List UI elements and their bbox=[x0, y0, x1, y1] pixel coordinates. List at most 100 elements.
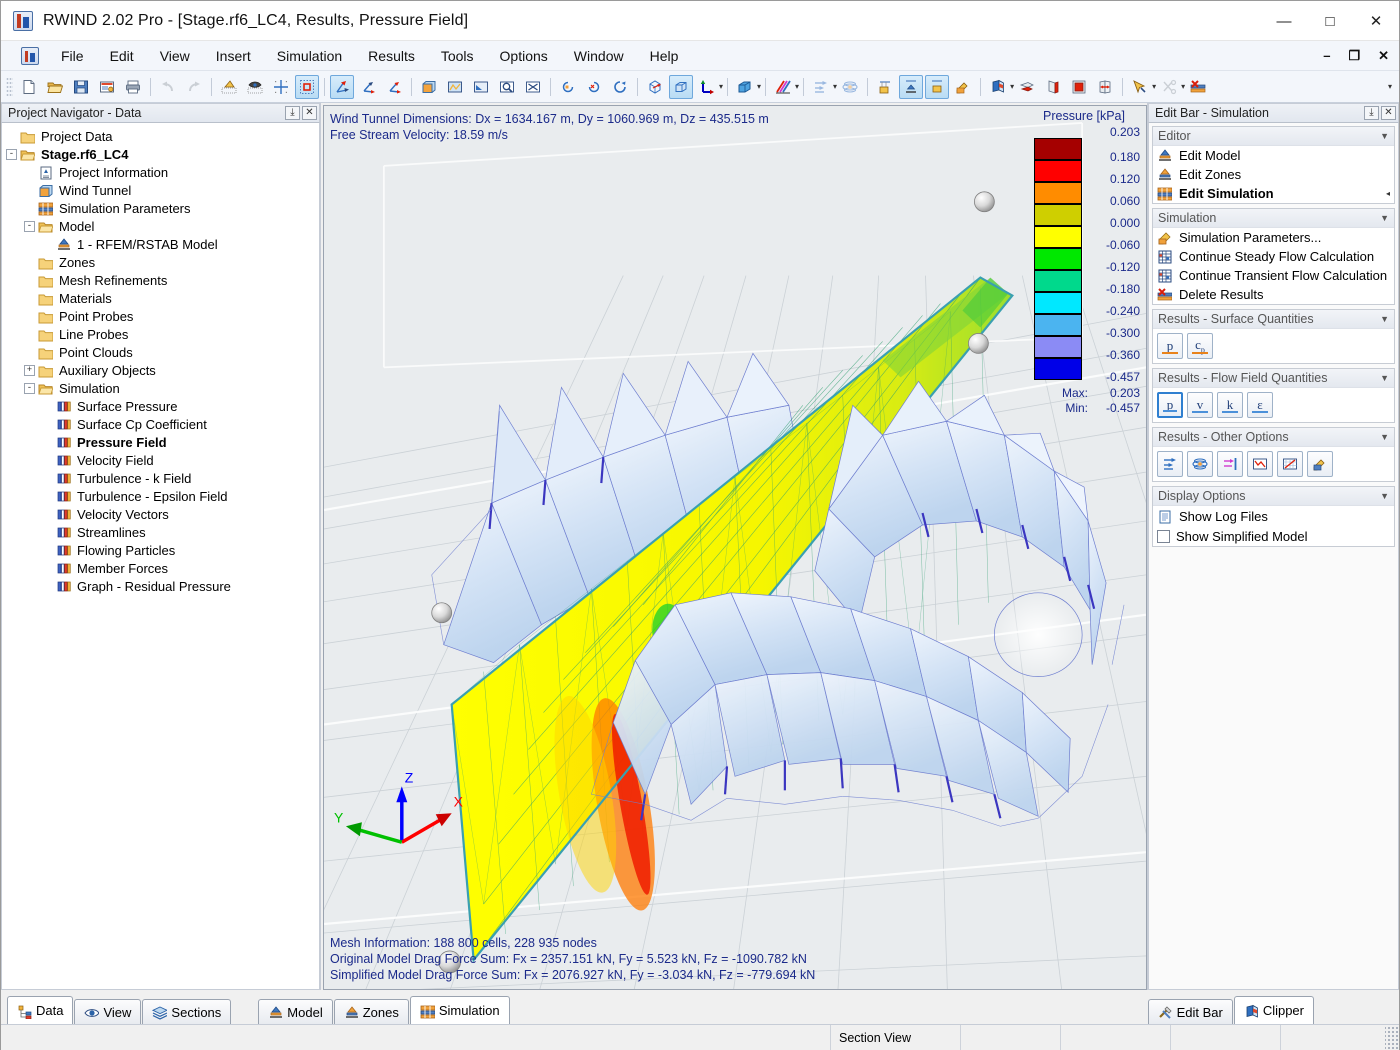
tree-item-simulation[interactable]: - Simulation bbox=[2, 379, 319, 397]
tree-item-member-forces[interactable]: Member Forces bbox=[2, 559, 319, 577]
menu-item-file[interactable]: File bbox=[48, 44, 97, 68]
tree-item-stage-rf6-lc4[interactable]: - Stage.rf6_LC4 bbox=[2, 145, 319, 163]
tree-item-point-clouds[interactable]: Point Clouds bbox=[2, 343, 319, 361]
editbar-item-continue-steady-flow-calculation[interactable]: Continue Steady Flow Calculation bbox=[1153, 247, 1394, 266]
zoom-window-button[interactable] bbox=[469, 75, 493, 99]
tree-expander-toggle[interactable]: - bbox=[24, 382, 35, 394]
tree-item-streamlines[interactable]: Streamlines bbox=[2, 523, 319, 541]
rotate-axes-button[interactable] bbox=[356, 75, 380, 99]
save-disk-button[interactable] bbox=[69, 75, 93, 99]
editbar-item-edit-model[interactable]: Edit Model bbox=[1153, 146, 1394, 165]
zoom-area-button[interactable] bbox=[495, 75, 519, 99]
resize-grip[interactable] bbox=[1385, 1025, 1399, 1050]
mdi-document-icon[interactable] bbox=[21, 46, 39, 65]
tree-item-flowing-particles[interactable]: Flowing Particles bbox=[2, 541, 319, 559]
quantity-button-cp[interactable]: cp bbox=[1187, 333, 1213, 359]
selection-frame-button[interactable] bbox=[295, 74, 319, 99]
tree-item-mesh-refinements[interactable]: Mesh Refinements bbox=[2, 271, 319, 289]
quantity-button-k[interactable]: k bbox=[1217, 392, 1243, 418]
navigator-pin-button[interactable]: ⤓ bbox=[285, 106, 300, 120]
tab-view[interactable]: View bbox=[74, 999, 142, 1024]
chevron-down-icon[interactable]: ▼ bbox=[1380, 314, 1389, 324]
menu-item-insert[interactable]: Insert bbox=[203, 44, 264, 68]
print-button[interactable] bbox=[121, 75, 145, 99]
editbar-item-edit-simulation[interactable]: Edit Simulation ◂ bbox=[1153, 184, 1394, 203]
tree-item-velocity-field[interactable]: Velocity Field bbox=[2, 451, 319, 469]
menu-item-simulation[interactable]: Simulation bbox=[264, 44, 355, 68]
mdi-restore-button[interactable]: ❐ bbox=[1344, 48, 1364, 64]
tab-model[interactable]: Model bbox=[258, 999, 333, 1024]
tab-edit-bar[interactable]: Edit Bar bbox=[1147, 999, 1233, 1024]
rotate-view-button[interactable] bbox=[608, 75, 632, 99]
model-results-button[interactable] bbox=[899, 74, 924, 99]
new-document-button[interactable] bbox=[17, 75, 41, 99]
mesh-surface-button[interactable] bbox=[443, 75, 467, 99]
tree-item-zones[interactable]: Zones bbox=[2, 253, 319, 271]
maximize-button[interactable]: □ bbox=[1307, 1, 1353, 41]
rotate-right-button[interactable] bbox=[582, 75, 606, 99]
project-tree[interactable]: Project Data - Stage.rf6_LC4 Project Inform… bbox=[1, 123, 320, 990]
menu-item-window[interactable]: Window bbox=[561, 44, 637, 68]
project-info-button[interactable] bbox=[95, 75, 119, 99]
isosurface-button[interactable] bbox=[1187, 451, 1213, 477]
zoom-all-button[interactable] bbox=[521, 75, 545, 99]
editbar-group-header[interactable]: Simulation ▼ bbox=[1153, 209, 1394, 228]
tree-item-1-rfem-rstab-model[interactable]: 1 - RFEM/RSTAB Model bbox=[2, 235, 319, 253]
editbar-group-header[interactable]: Editor ▼ bbox=[1153, 127, 1394, 146]
menu-item-help[interactable]: Help bbox=[637, 44, 692, 68]
editbar-group-header[interactable]: Display Options ▼ bbox=[1153, 487, 1394, 506]
clipper-box-button[interactable] bbox=[986, 75, 1010, 99]
rotate-left-button[interactable] bbox=[556, 75, 580, 99]
menu-item-view[interactable]: View bbox=[147, 44, 203, 68]
tree-item-turbulence-epsilon-field[interactable]: Turbulence - Epsilon Field bbox=[2, 487, 319, 505]
open-folder-button[interactable] bbox=[43, 75, 67, 99]
scale-axes-button[interactable] bbox=[382, 75, 406, 99]
mdi-close-button[interactable]: ✕ bbox=[1374, 48, 1393, 64]
editbar-group-header[interactable]: Results - Flow Field Quantities ▼ bbox=[1153, 369, 1394, 388]
object-snap-button[interactable] bbox=[243, 75, 267, 99]
3d-viewport[interactable]: Z X Y Wind Tunnel Dimensions: Dx = 1634.… bbox=[323, 105, 1147, 990]
result-values-button[interactable] bbox=[873, 75, 897, 99]
editbar-item-simulation-parameters[interactable]: Simulation Parameters... bbox=[1153, 228, 1394, 247]
mdi-minimize-button[interactable]: – bbox=[1319, 48, 1334, 63]
tree-item-surface-pressure[interactable]: Surface Pressure bbox=[2, 397, 319, 415]
tree-item-materials[interactable]: Materials bbox=[2, 289, 319, 307]
editbar-pin-button[interactable]: ⤓ bbox=[1364, 106, 1379, 120]
render-cube-button[interactable] bbox=[733, 75, 757, 99]
close-button[interactable]: ✕ bbox=[1353, 1, 1399, 41]
chevron-down-icon[interactable]: ▾ bbox=[795, 82, 799, 91]
tree-item-wind-tunnel[interactable]: Wind Tunnel bbox=[2, 181, 319, 199]
color-scale-button[interactable] bbox=[771, 75, 795, 99]
display-option-show-log-files[interactable]: Show Log Files bbox=[1153, 506, 1394, 526]
editbar-group-header[interactable]: Results - Surface Quantities ▼ bbox=[1153, 310, 1394, 329]
quantity-button-p[interactable]: p bbox=[1157, 333, 1183, 359]
tree-item-project-data[interactable]: Project Data bbox=[2, 127, 319, 145]
checkbox[interactable] bbox=[1157, 529, 1170, 543]
quantity-button-ε[interactable]: ε bbox=[1247, 392, 1273, 418]
editbar-group-header[interactable]: Results - Other Options ▼ bbox=[1153, 428, 1394, 447]
chevron-down-icon[interactable]: ▼ bbox=[1380, 213, 1389, 223]
residual-graph-button[interactable] bbox=[1247, 451, 1273, 477]
tree-expander-toggle[interactable]: - bbox=[24, 220, 35, 232]
chart-diagram-button[interactable] bbox=[1277, 451, 1303, 477]
section-line-button[interactable] bbox=[1217, 451, 1243, 477]
tree-item-model[interactable]: - Model bbox=[2, 217, 319, 235]
solid-cube-button[interactable] bbox=[669, 74, 693, 99]
tab-simulation[interactable]: Simulation bbox=[409, 996, 510, 1024]
chevron-down-icon[interactable]: ▾ bbox=[719, 82, 723, 91]
editbar-item-continue-transient-flow-calculation[interactable]: Continue Transient Flow Calculation bbox=[1153, 266, 1394, 285]
move-axes-button[interactable] bbox=[330, 74, 354, 99]
minimize-button[interactable]: — bbox=[1261, 1, 1307, 41]
surface-results-button[interactable] bbox=[925, 74, 950, 99]
display-option-show-simplified-model[interactable]: Show Simplified Model bbox=[1153, 526, 1394, 546]
menu-item-tools[interactable]: Tools bbox=[428, 44, 487, 68]
tree-item-turbulence-k-field[interactable]: Turbulence - k Field bbox=[2, 469, 319, 487]
menu-item-results[interactable]: Results bbox=[355, 44, 428, 68]
tab-sections[interactable]: Sections bbox=[142, 999, 232, 1024]
tab-clipper[interactable]: Clipper bbox=[1233, 996, 1314, 1024]
chevron-down-icon[interactable]: ▾ bbox=[757, 82, 761, 91]
tree-item-simulation-parameters[interactable]: Simulation Parameters bbox=[2, 199, 319, 217]
menu-item-edit[interactable]: Edit bbox=[97, 44, 147, 68]
editbar-item-edit-zones[interactable]: Edit Zones bbox=[1153, 165, 1394, 184]
flow-arrows-button[interactable] bbox=[1157, 451, 1183, 477]
